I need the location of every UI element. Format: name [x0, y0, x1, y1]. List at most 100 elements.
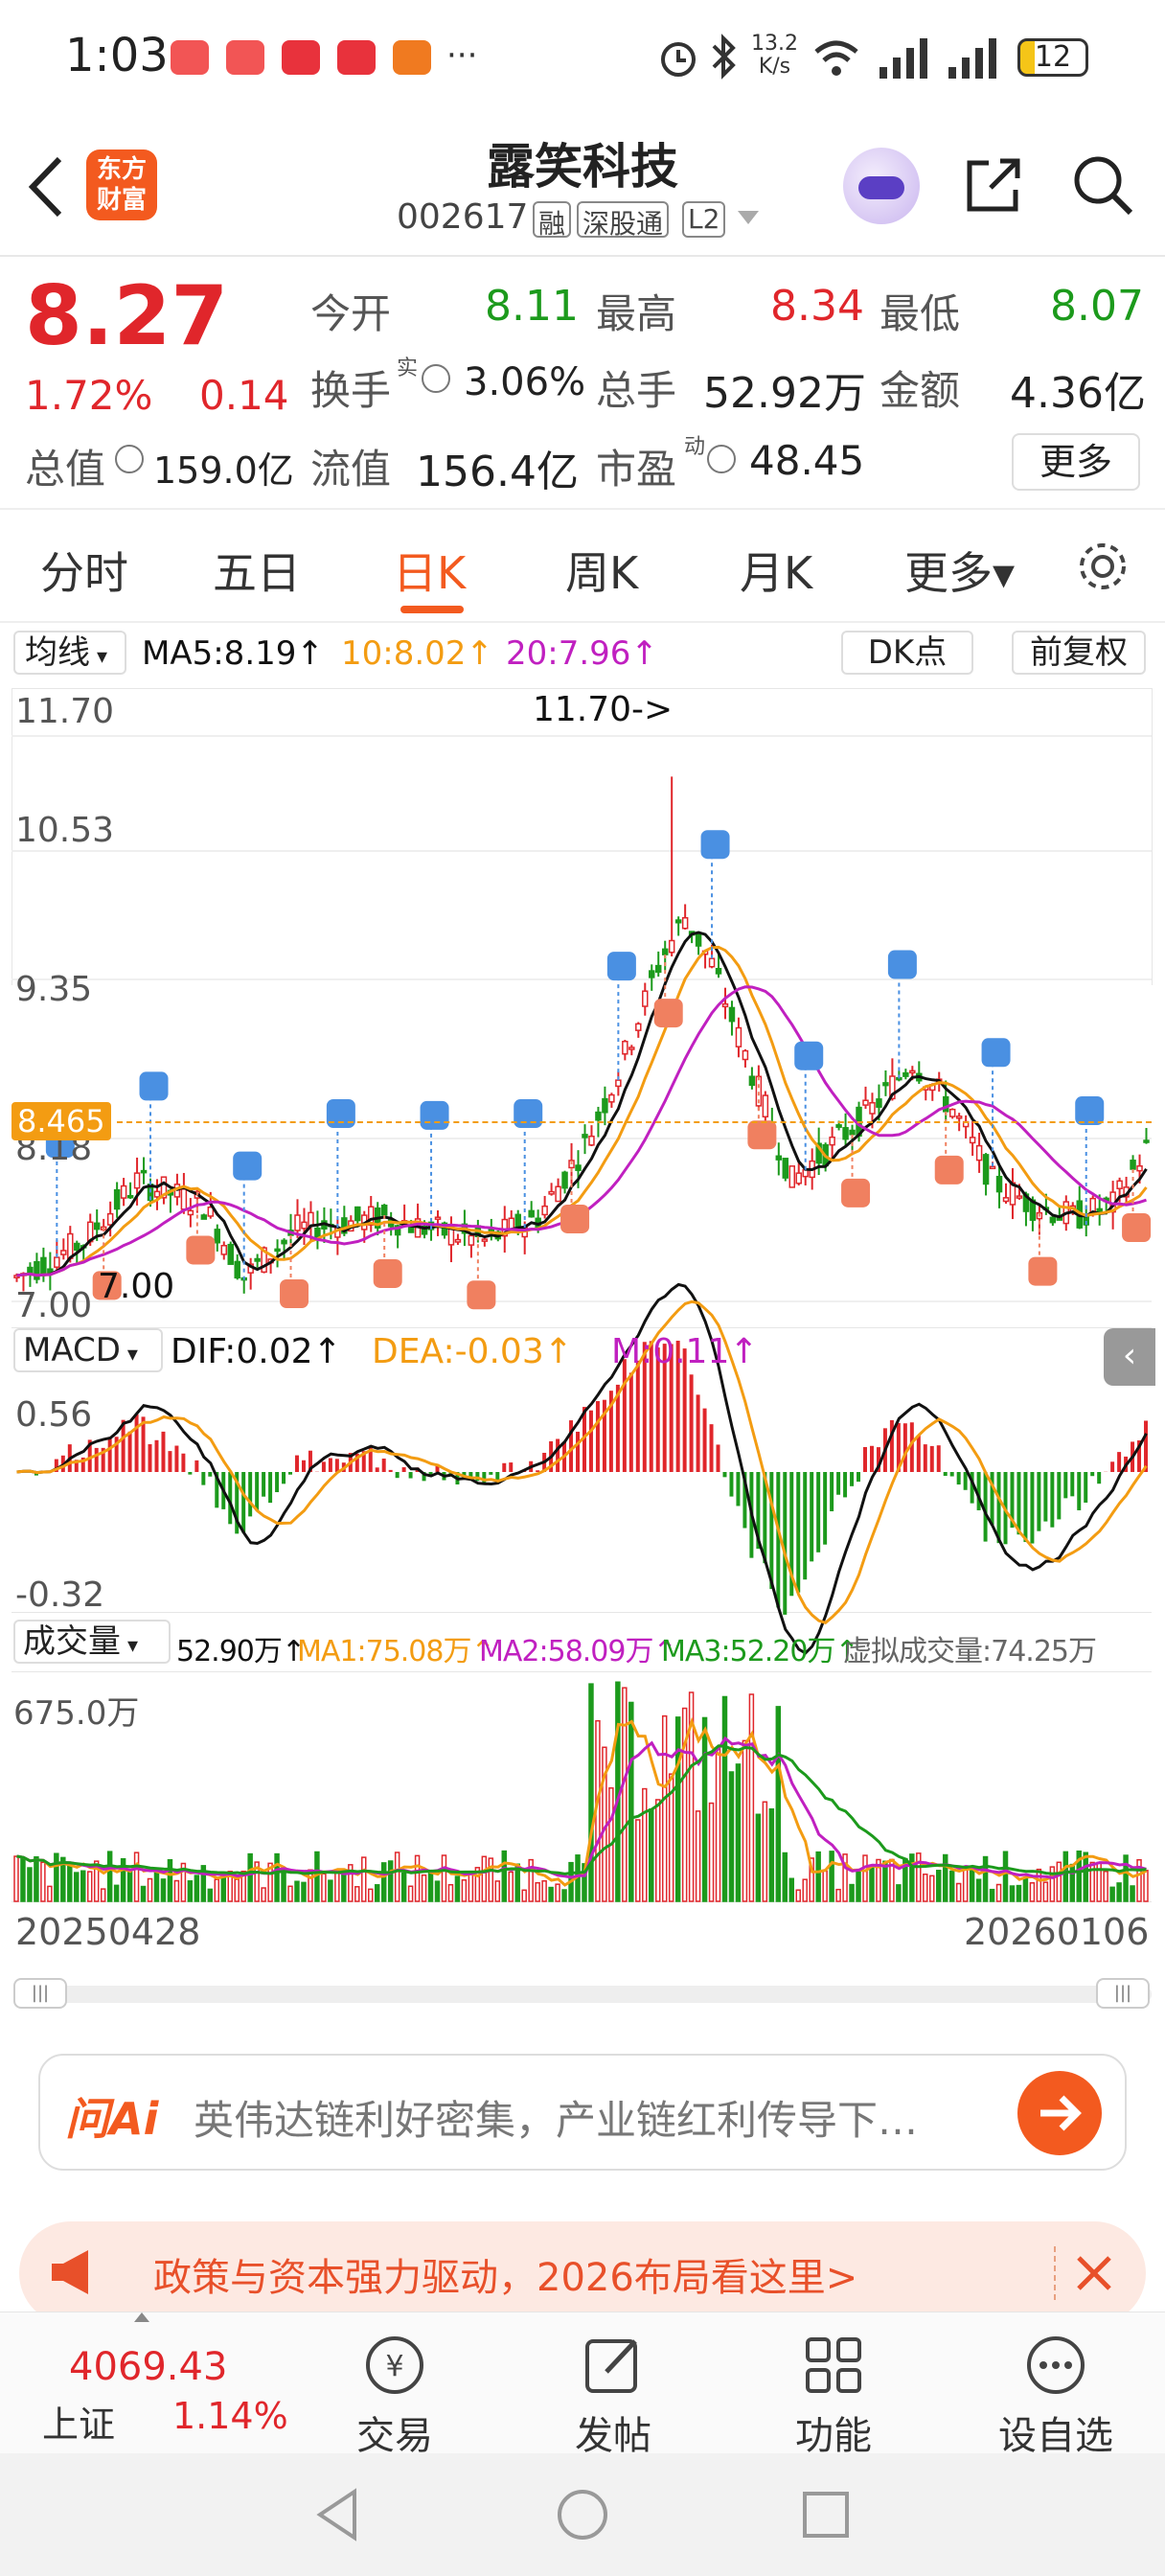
- promo-banner[interactable]: 政策与资本强力驱动，2026布局看这里>: [19, 2221, 1146, 2325]
- macd-histogram-bar: [689, 1374, 694, 1472]
- macd-histogram-bar: [1077, 1472, 1082, 1510]
- macd-histogram-bar: [94, 1447, 99, 1472]
- nav-functions[interactable]: 功能: [757, 2332, 910, 2460]
- candle-body: [1049, 1216, 1057, 1224]
- macd-histogram-bar: [1017, 1472, 1021, 1535]
- ai-robot-icon[interactable]: [843, 148, 920, 224]
- bottom-nav: 4069.43 上证 1.14% ¥ 交易 发帖 功能 设自选: [0, 2312, 1165, 2458]
- candle-body: [882, 1082, 889, 1087]
- nav-trade[interactable]: ¥ 交易: [318, 2332, 471, 2460]
- dropdown-icon[interactable]: [738, 211, 759, 224]
- y-axis-label: 11.70: [15, 692, 115, 731]
- volume-bar: [555, 1883, 560, 1902]
- scroll-left-handle[interactable]: |||: [13, 1978, 67, 2009]
- settings-gear-icon[interactable]: [1073, 537, 1132, 596]
- candle-body: [227, 1243, 234, 1265]
- candle-body: [133, 1172, 141, 1189]
- macd-histogram-bar: [375, 1467, 379, 1472]
- volume-bar: [1056, 1861, 1062, 1902]
- volume-bar: [407, 1885, 414, 1902]
- volume-bar: [1083, 1852, 1088, 1902]
- sell-signal-marker: [981, 1038, 1011, 1068]
- change-pct: 1.72%: [25, 372, 153, 419]
- close-icon[interactable]: [1071, 2250, 1117, 2296]
- ask-ai-logo: 问Ai: [65, 2093, 159, 2145]
- index-value[interactable]: 4069.43: [69, 2345, 227, 2389]
- volume-bar: [133, 1852, 140, 1902]
- candle-body: [120, 1184, 127, 1199]
- chart-scrollbar[interactable]: [13, 1986, 1152, 2003]
- macd-selector[interactable]: MACD ▾: [13, 1328, 163, 1372]
- macd-histogram-bar: [334, 1459, 339, 1472]
- candle-body: [354, 1206, 361, 1222]
- candle-body: [782, 1158, 789, 1179]
- info-icon[interactable]: [115, 445, 144, 473]
- app-notification-icon: [393, 40, 431, 75]
- candle-body: [735, 1026, 742, 1047]
- volume-bar: [995, 1883, 1002, 1902]
- candle-body: [635, 1023, 642, 1031]
- nav-post[interactable]: 发帖: [537, 2332, 690, 2460]
- candle-body: [715, 967, 722, 975]
- volume-bar: [126, 1871, 133, 1902]
- macd-histogram-bar: [241, 1472, 246, 1533]
- candle-body: [106, 1212, 114, 1226]
- search-icon[interactable]: [1069, 151, 1136, 218]
- volume-bar: [936, 1870, 942, 1902]
- system-home-icon[interactable]: [554, 2486, 611, 2543]
- volume-bar: [400, 1872, 407, 1902]
- candle-body: [575, 1164, 582, 1171]
- volume-bar: [588, 1683, 594, 1902]
- candle-body: [668, 939, 675, 954]
- tab-weekly-k[interactable]: 周K: [565, 539, 638, 602]
- macd-histogram-bar: [262, 1472, 266, 1497]
- candle-body: [301, 1221, 308, 1230]
- tab-monthly-k[interactable]: 月K: [740, 539, 812, 602]
- volume-bar: [955, 1882, 962, 1902]
- ask-ai-bar[interactable]: 问Ai 英伟达链利好密集，产业链红利传导下…: [38, 2054, 1127, 2171]
- macd-histogram-bar: [576, 1431, 580, 1472]
- low-value: 8.07: [1050, 282, 1144, 331]
- index-change[interactable]: 1.14%: [172, 2395, 288, 2437]
- volume-bar: [715, 1746, 721, 1902]
- share-icon[interactable]: [962, 153, 1025, 217]
- candle-body: [595, 1111, 602, 1121]
- nav-add-watchlist[interactable]: 设自选: [979, 2332, 1132, 2460]
- volume-selector[interactable]: 成交量 ▾: [13, 1620, 171, 1664]
- volume-bar: [728, 1771, 735, 1902]
- tab-daily-k[interactable]: 日K: [393, 539, 466, 602]
- macd-histogram-bar: [381, 1458, 386, 1472]
- scroll-right-handle[interactable]: |||: [1096, 1978, 1150, 2009]
- volume-bar: [635, 1819, 641, 1902]
- volume-bar: [494, 1880, 501, 1902]
- tab-five-day[interactable]: 五日: [213, 539, 301, 602]
- volume-bar: [167, 1859, 173, 1902]
- volume-bar: [67, 1864, 73, 1902]
- macd-histogram-bar: [936, 1445, 941, 1472]
- kline-chart-area[interactable]: 均线 ▾ MA5:8.19↑ 10:8.02↑ 20:7.96↑ DK点 前复权…: [0, 623, 1165, 2012]
- sell-signal-marker: [326, 1098, 355, 1128]
- info-icon[interactable]: [707, 445, 736, 473]
- volume-current: 52.90万↑: [176, 1635, 306, 1668]
- candle-body: [982, 1154, 990, 1185]
- macd-histogram-bar: [288, 1472, 293, 1475]
- candle-body: [975, 1144, 983, 1162]
- macd-histogram-bar: [863, 1446, 867, 1472]
- collapse-panel-icon[interactable]: ‹: [1104, 1328, 1155, 1386]
- info-icon[interactable]: [422, 364, 450, 393]
- current-price-tag: 8.465: [11, 1102, 111, 1140]
- expand-up-icon[interactable]: [134, 2312, 149, 2322]
- ask-ai-submit-button[interactable]: [1017, 2071, 1102, 2155]
- tab-more[interactable]: 更多▾: [904, 539, 1015, 602]
- more-quote-button[interactable]: 更多: [1012, 433, 1140, 491]
- system-back-icon[interactable]: [312, 2486, 366, 2543]
- system-recents-icon[interactable]: [799, 2488, 853, 2542]
- volume-bar: [1036, 1868, 1042, 1902]
- vol-ma2-legend: MA2:58.09万↑: [479, 1635, 677, 1668]
- tab-intraday[interactable]: 分时: [40, 539, 128, 602]
- index-name[interactable]: 上证: [42, 2395, 115, 2448]
- system-nav-bar: [0, 2453, 1165, 2576]
- macd-histogram-bar: [282, 1472, 286, 1484]
- volume-bar: [923, 1874, 928, 1902]
- y-axis-label: 10.53: [15, 811, 115, 850]
